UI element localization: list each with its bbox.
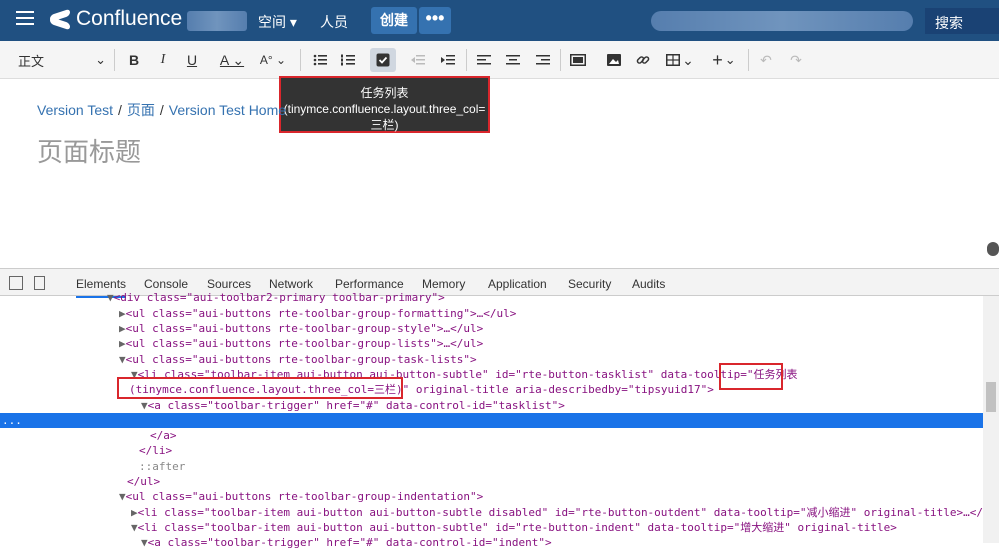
editor-toolbar: 正文 ⌄ B I U A ⌄ A° ⌄ ⌄ + ⌄ ↶ ↷	[0, 41, 999, 79]
tab-audits[interactable]: Audits	[632, 277, 665, 291]
devtools-scrollbar[interactable]	[983, 296, 999, 543]
tab-network[interactable]: Network	[269, 277, 313, 291]
page-title-input[interactable]: 页面标题	[37, 132, 141, 169]
tooltip-line: 任务列表	[360, 86, 409, 100]
divider	[114, 49, 115, 71]
indent-icon[interactable]	[438, 50, 458, 70]
undo-icon[interactable]: ↶	[756, 50, 776, 70]
annotation-box	[719, 363, 783, 390]
dom-node[interactable]: ▶<li class="toolbar-item aui-button aui-…	[0, 505, 999, 520]
dom-node[interactable]: ▼<ul class="aui-buttons rte-toolbar-grou…	[0, 352, 983, 367]
dom-node-selected[interactable]: ... ▶<span class="icon aui-icon aui-icon-…	[0, 413, 983, 442]
inspect-element-icon[interactable]	[9, 276, 23, 290]
search-input[interactable]: 搜索	[925, 8, 999, 34]
devtools-panel: Elements Console Sources Network Perform…	[0, 268, 999, 549]
italic-icon[interactable]: I	[153, 50, 173, 70]
redacted-space-name	[187, 11, 247, 31]
breadcrumb-link[interactable]: Version Test	[37, 102, 113, 118]
table-icon[interactable]: ⌄	[664, 50, 696, 70]
selected-indicator: ...	[2, 414, 22, 427]
page-layout-icon[interactable]	[568, 50, 588, 70]
tab-performance[interactable]: Performance	[335, 277, 404, 291]
tab-sources[interactable]: Sources	[207, 277, 251, 291]
align-left-icon[interactable]	[474, 50, 494, 70]
divider	[300, 49, 301, 71]
confluence-logo-icon	[50, 9, 70, 29]
align-center-icon[interactable]	[503, 50, 523, 70]
numbered-list-icon[interactable]	[338, 50, 358, 70]
breadcrumb-link[interactable]: Version Test Home	[169, 102, 286, 118]
logo-text: Confluence	[76, 7, 183, 30]
dom-node[interactable]: ▼<a class="toolbar-trigger" href="#" dat…	[0, 398, 983, 413]
image-icon[interactable]	[604, 50, 624, 70]
dom-node[interactable]: ▶<ul class="aui-buttons rte-toolbar-grou…	[0, 306, 983, 321]
dom-node[interactable]: </ul>	[0, 474, 983, 489]
more-formatting-icon[interactable]: A° ⌄	[256, 50, 290, 70]
tab-memory[interactable]: Memory	[422, 277, 465, 291]
redo-icon[interactable]: ↷	[786, 50, 806, 70]
dom-node[interactable]: </a>	[0, 428, 983, 443]
dom-node[interactable]: ▼<li class="toolbar-item aui-button aui-…	[0, 520, 983, 535]
app-header: Confluence 空间 ▾ 人员 创建 ••• 搜索	[0, 0, 999, 41]
underline-icon[interactable]: U	[182, 50, 202, 70]
breadcrumb-link[interactable]: 页面	[127, 102, 155, 118]
dom-node[interactable]: ▼<div class="aui-toolbar2-primary toolba…	[0, 290, 983, 305]
dom-pseudo[interactable]: ::after	[0, 459, 983, 474]
dom-node[interactable]: ▼<ul class="aui-buttons rte-toolbar-grou…	[0, 489, 983, 504]
bullet-list-icon[interactable]	[310, 50, 330, 70]
menu-icon[interactable]	[16, 11, 34, 27]
nav-spaces[interactable]: 空间 ▾	[258, 12, 297, 32]
more-button[interactable]: •••	[419, 7, 451, 34]
tooltip-line: (tinymce.confluence.layout.three_col=	[283, 102, 486, 116]
divider	[748, 49, 749, 71]
annotation-box	[117, 377, 403, 399]
tab-console[interactable]: Console	[144, 277, 188, 291]
paragraph-style-select[interactable]: 正文 ⌄	[18, 50, 106, 70]
task-list-tooltip: 任务列表 (tinymce.confluence.layout.three_co…	[279, 76, 490, 133]
text-color-icon[interactable]: A ⌄	[217, 50, 247, 70]
link-icon[interactable]	[633, 50, 653, 70]
confluence-logo[interactable]: Confluence	[50, 7, 182, 31]
dom-node[interactable]: </li>	[0, 443, 983, 458]
create-button[interactable]: 创建	[371, 7, 417, 34]
task-list-button[interactable]	[370, 48, 396, 72]
chevron-down-icon: ⌄	[95, 52, 106, 67]
checkbox-icon	[376, 53, 390, 67]
nav-people[interactable]: 人员	[320, 12, 348, 32]
scrollbar-thumb[interactable]	[986, 382, 996, 412]
tab-application[interactable]: Application	[488, 277, 547, 291]
breadcrumb: Version Test / 页面 / Version Test Home	[37, 102, 287, 118]
align-right-icon[interactable]	[533, 50, 553, 70]
dom-node[interactable]: ▶<ul class="aui-buttons rte-toolbar-grou…	[0, 336, 983, 351]
bold-icon[interactable]: B	[124, 50, 144, 70]
dom-node[interactable]: ▶<ul class="aui-buttons rte-toolbar-grou…	[0, 321, 983, 336]
divider	[560, 49, 561, 71]
outdent-icon[interactable]	[408, 50, 428, 70]
tooltip-line: 三栏)	[370, 118, 399, 132]
device-toolbar-icon[interactable]	[34, 276, 45, 290]
divider	[466, 49, 467, 71]
tab-security[interactable]: Security	[568, 277, 611, 291]
redacted-user-area	[651, 11, 913, 31]
insert-more-icon[interactable]: + ⌄	[708, 50, 740, 70]
status-icon	[987, 242, 999, 256]
